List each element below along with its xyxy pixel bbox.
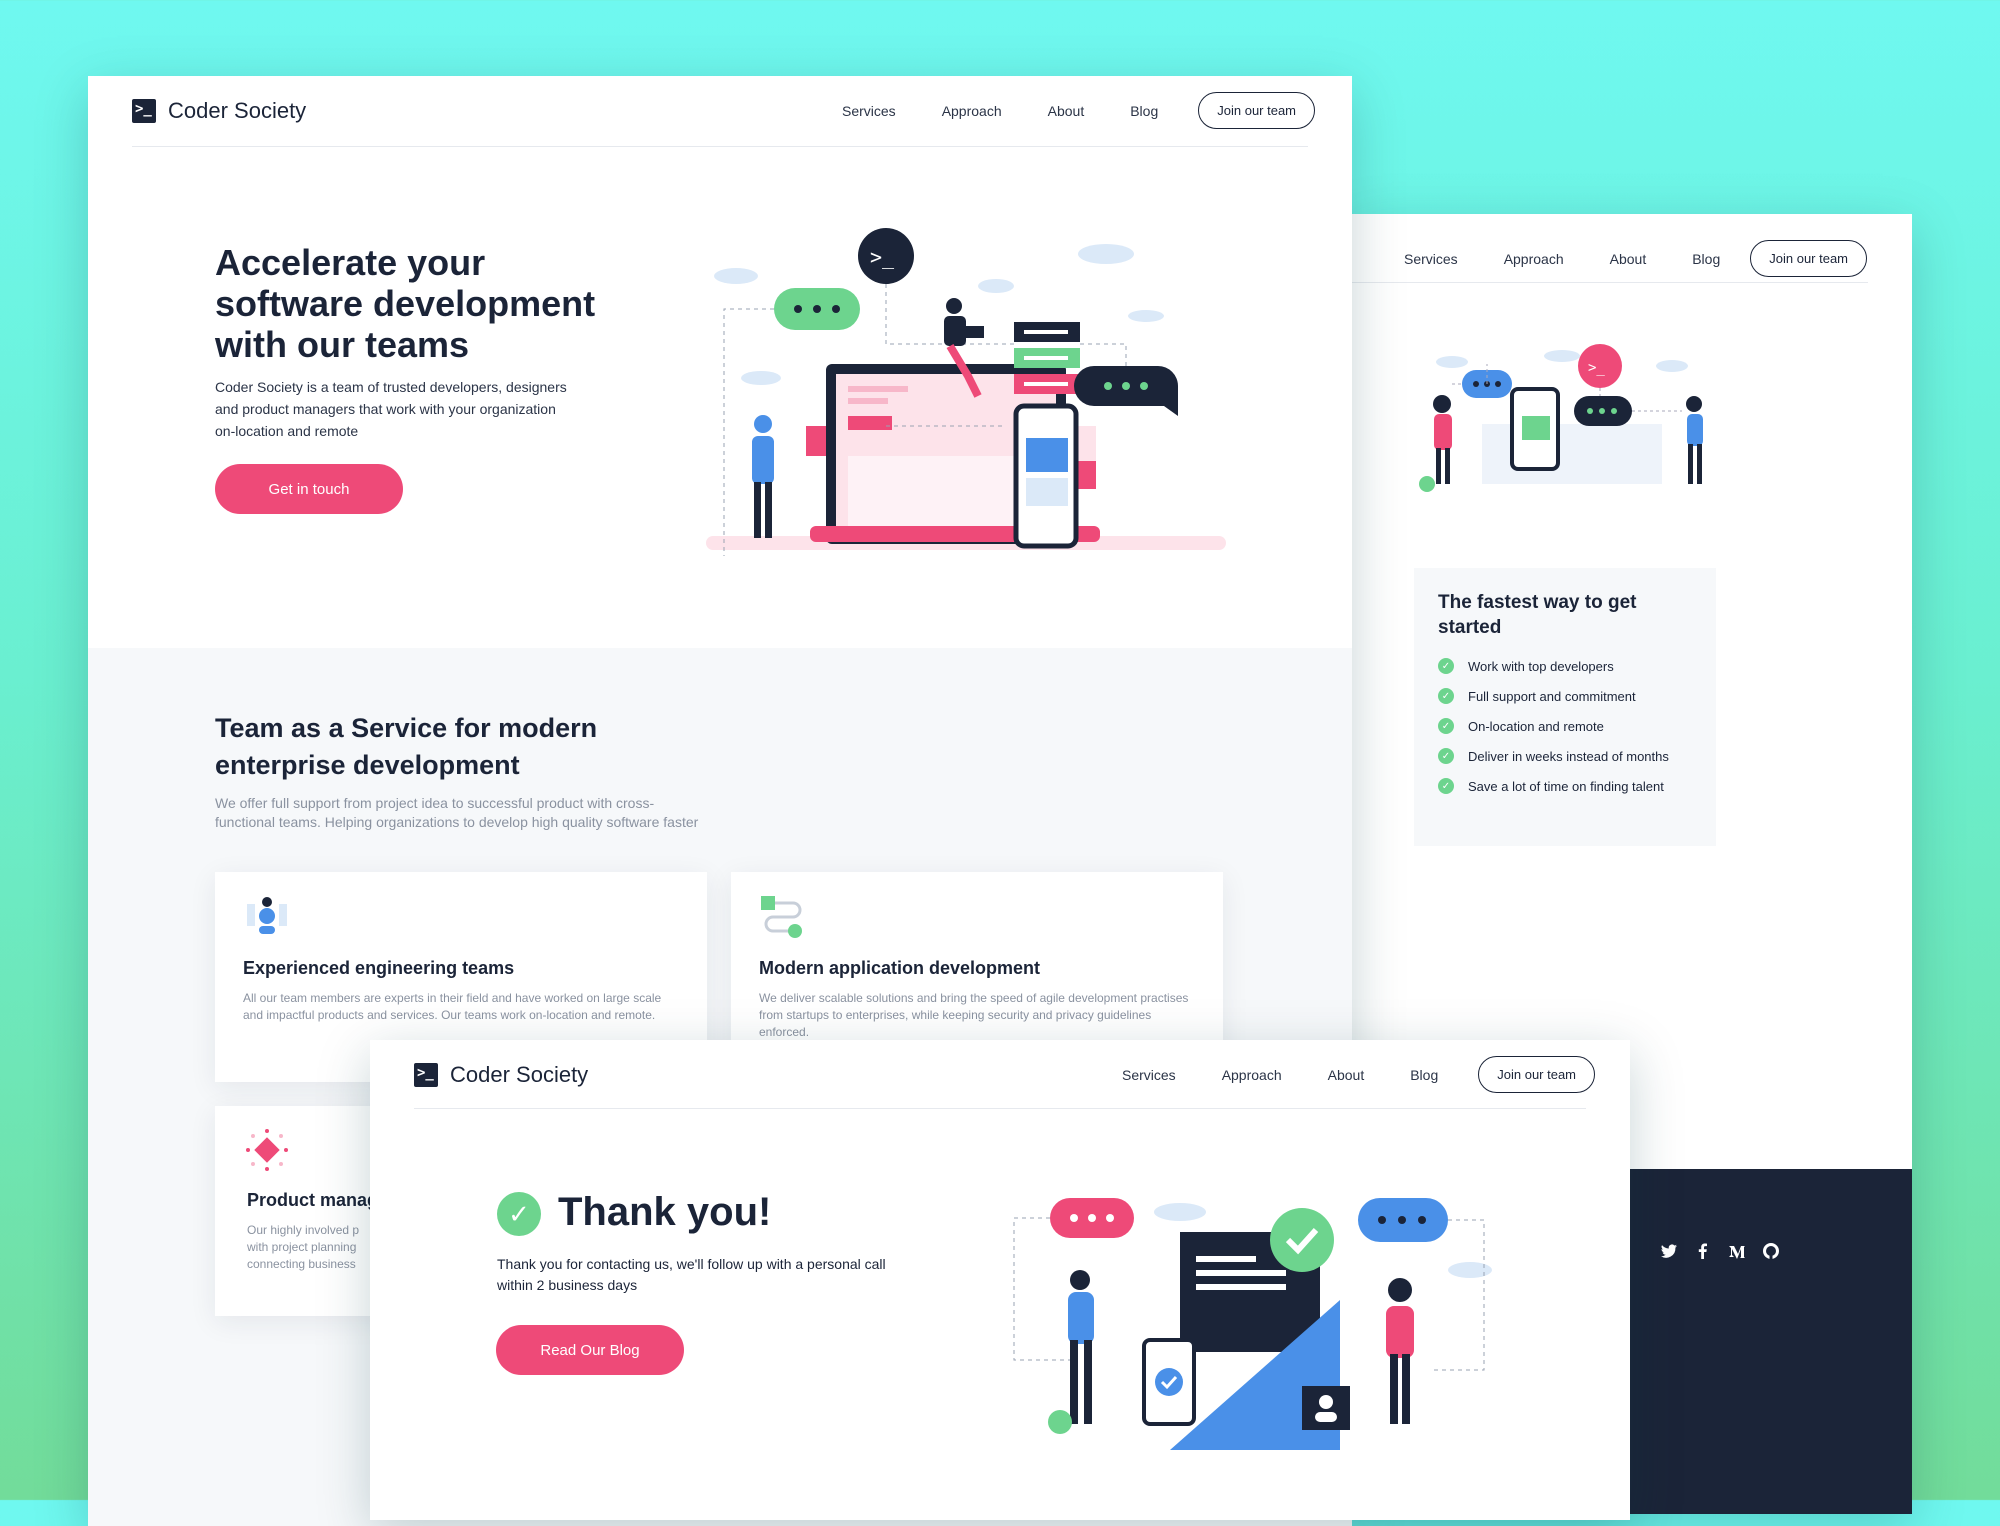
join-page-nav: Services Approach About Blog Join our te… [1404,240,1868,277]
section-title: Team as a Service for modern enterprise … [215,713,598,780]
facebook-icon[interactable] [1693,1241,1713,1261]
thank-you-title: Thank you! [558,1190,772,1234]
benefit-list: ✓ Work with top developers ✓ Full support … [1438,658,1669,808]
check-icon: ✓ [1438,688,1454,704]
getting-started-box: The fastest way to get started ✓ Work wit… [1414,568,1716,846]
join-team-button[interactable]: Join our team [1478,1056,1596,1093]
nav-services[interactable]: Services [1122,1067,1176,1083]
nav-services[interactable]: Services [1404,251,1458,267]
join-team-button[interactable]: Join our team [1750,240,1868,277]
get-in-touch-button[interactable]: Get in touch [215,464,403,514]
benefit-item: ✓ Work with top developers [1438,658,1669,674]
product-icon [246,1129,288,1171]
feature-text: All our team members are experts in thei… [243,991,662,1022]
feature-text: We deliver scalable solutions and bring … [759,991,1189,1039]
benefit-item: ✓ Deliver in weeks instead of months [1438,748,1669,764]
divider [132,146,1308,147]
feature-title: Product manag [247,1190,379,1210]
section-text: We offer full support from project idea … [215,795,699,830]
nav-blog[interactable]: Blog [1410,1067,1438,1083]
thank-you-text: Thank you for contacting us, we'll follo… [497,1256,886,1293]
benefit-item: ✓ On-location and remote [1438,718,1669,734]
workflow-icon [761,896,802,938]
thank-you-card: >_ Coder Society Services Approach About… [370,1040,1630,1520]
terminal-icon: >_ [414,1063,438,1087]
feature-title: Experienced engineering teams [243,958,515,978]
brand-name: Coder Society [450,1062,589,1087]
social-icons [1659,1241,1781,1261]
hero-title: Accelerate your software development wit… [215,242,596,365]
brand-logo[interactable]: >_ Coder Society [414,1062,588,1088]
hero-text: Coder Society is a team of trusted devel… [215,379,567,439]
nav-services[interactable]: Services [842,103,896,119]
brand-logo[interactable]: >_ Coder Society [132,98,306,124]
svg-text:>_: >_ [870,245,895,269]
success-check-icon: ✓ [497,1192,541,1236]
svg-text:>_: >_ [1588,360,1605,376]
join-illustration: >_ [1419,344,1703,492]
benefit-item: ✓ Full support and commitment [1438,688,1669,704]
nav-approach[interactable]: Approach [1222,1067,1282,1083]
box-title: The fastest way to get started [1438,592,1637,638]
thank-you-illustration [1013,1198,1492,1450]
team-icon [247,897,287,934]
feature-title: Modern application development [759,958,1041,978]
benefit-item: ✓ Save a lot of time on finding talent [1438,778,1669,794]
thank-you-nav: Services Approach About Blog Join our te… [1122,1056,1596,1093]
home-nav: Services Approach About Blog Join our te… [842,92,1316,129]
nav-blog[interactable]: Blog [1130,103,1158,119]
check-icon: ✓ [1438,718,1454,734]
nav-approach[interactable]: Approach [1504,251,1564,267]
feature-text: Our highly involved p with project plann… [247,1223,360,1271]
nav-about[interactable]: About [1610,251,1647,267]
github-icon[interactable] [1761,1241,1781,1261]
medium-icon[interactable] [1727,1241,1747,1261]
check-icon: ✓ [1438,658,1454,674]
join-team-button[interactable]: Join our team [1198,92,1316,129]
divider [414,1108,1586,1109]
brand-name: Coder Society [168,98,307,123]
check-icon: ✓ [1438,748,1454,764]
check-icon: ✓ [1438,778,1454,794]
twitter-icon[interactable] [1659,1241,1679,1261]
nav-blog[interactable]: Blog [1692,251,1720,267]
divider [1352,282,1868,283]
nav-about[interactable]: About [1328,1067,1365,1083]
hero-illustration: >_ [706,228,1226,556]
nav-about[interactable]: About [1048,103,1085,119]
terminal-icon: >_ [132,99,156,123]
read-blog-button[interactable]: Read Our Blog [496,1325,684,1375]
nav-approach[interactable]: Approach [942,103,1002,119]
